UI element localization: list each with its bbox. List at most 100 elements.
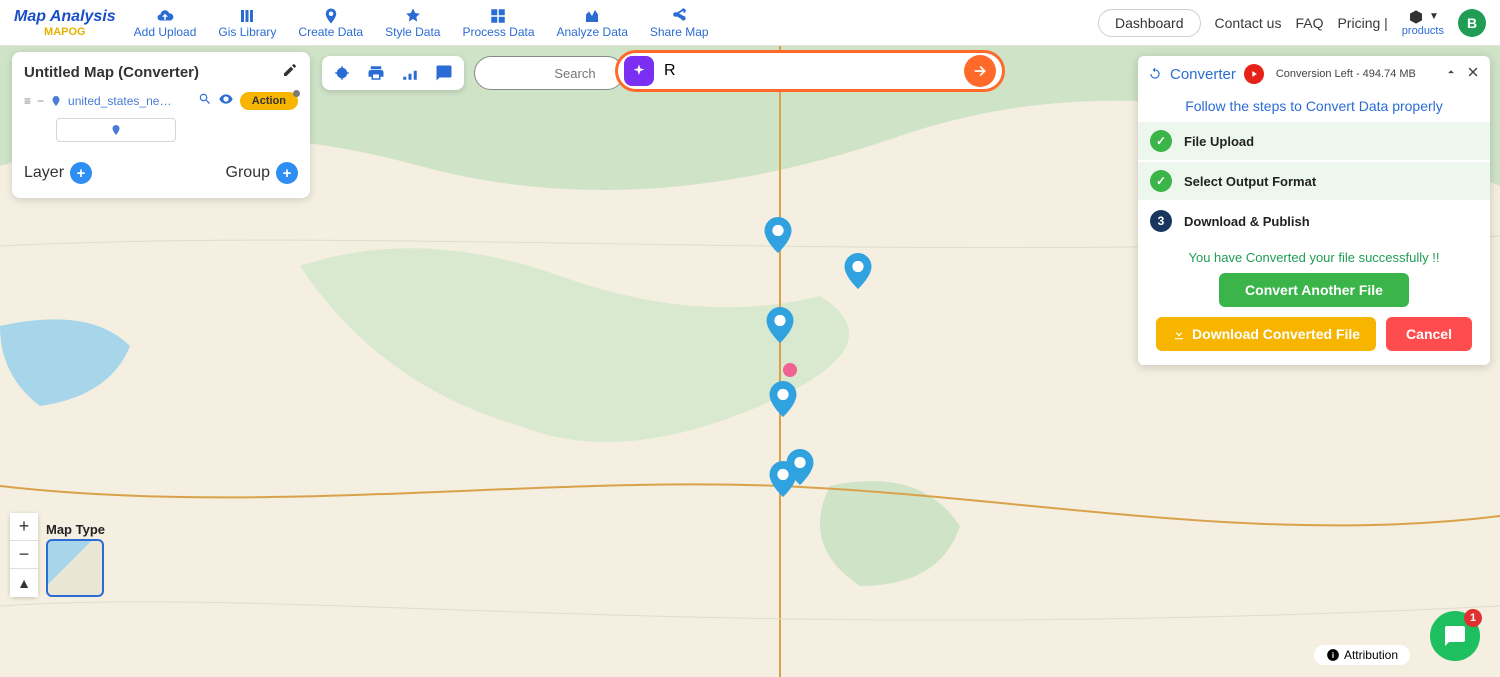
map-pin[interactable] bbox=[766, 307, 794, 348]
ai-prompt-bar bbox=[615, 50, 1005, 92]
step-output-format[interactable]: ✓ Select Output Format bbox=[1138, 162, 1490, 200]
step-file-upload[interactable]: ✓ File Upload bbox=[1138, 122, 1490, 160]
layer-row: ≡ − united_states_ne… Action bbox=[24, 91, 298, 110]
step-download-publish[interactable]: 3 Download & Publish bbox=[1138, 202, 1490, 240]
conversion-credit: Conversion Left - 494.74 MB bbox=[1276, 68, 1416, 80]
success-message: You have Converted your file successfull… bbox=[1138, 242, 1490, 273]
attribution-button[interactable]: i Attribution bbox=[1314, 645, 1410, 665]
chat-icon bbox=[1443, 624, 1467, 648]
brand-title: Map Analysis bbox=[14, 8, 116, 26]
map-pin[interactable] bbox=[844, 253, 872, 294]
converter-header: Converter Conversion Left - 494.74 MB bbox=[1138, 56, 1490, 92]
nav-label: Share Map bbox=[650, 25, 709, 39]
converter-panel: Converter Conversion Left - 494.74 MB Fo… bbox=[1138, 56, 1490, 365]
upload-cloud-icon bbox=[155, 7, 175, 25]
ai-prompt-input[interactable] bbox=[664, 62, 954, 80]
check-icon: ✓ bbox=[1150, 130, 1172, 152]
convert-another-button[interactable]: Convert Another File bbox=[1219, 273, 1409, 307]
layers-panel: Untitled Map (Converter) ≡ − united_stat… bbox=[12, 52, 310, 198]
zoom-in-button[interactable]: + bbox=[10, 513, 38, 541]
ai-spark-icon[interactable] bbox=[624, 56, 654, 86]
converter-steps-heading: Follow the steps to Convert Data properl… bbox=[1138, 92, 1490, 120]
avatar[interactable]: B bbox=[1458, 9, 1486, 37]
tool-group bbox=[322, 56, 464, 90]
layer-section-label: Layer bbox=[24, 164, 64, 182]
map-type-label: Map Type bbox=[46, 522, 105, 537]
ai-submit-button[interactable] bbox=[964, 55, 996, 87]
youtube-help-icon[interactable] bbox=[1244, 64, 1264, 84]
nav-analyze-data[interactable]: Analyze Data bbox=[557, 7, 628, 39]
measure-icon[interactable] bbox=[400, 63, 420, 83]
nav-label: Analyze Data bbox=[557, 25, 628, 39]
products-label: products bbox=[1402, 25, 1444, 37]
collapse-icon[interactable] bbox=[1444, 65, 1458, 84]
nav-label: Create Data bbox=[298, 25, 363, 39]
map-pin[interactable] bbox=[769, 381, 797, 422]
step-label: Download & Publish bbox=[1184, 214, 1310, 229]
map-type-switcher: Map Type bbox=[46, 522, 105, 597]
nav-bar: Add Upload Gis Library Create Data Style… bbox=[134, 7, 709, 39]
cube-icon bbox=[1407, 9, 1425, 25]
toolbar bbox=[322, 56, 624, 90]
products-dropdown[interactable]: ▼ products bbox=[1402, 9, 1444, 37]
north-arrow-button[interactable]: ▲ bbox=[10, 569, 38, 597]
nav-gis-library[interactable]: Gis Library bbox=[218, 7, 276, 39]
map-pin[interactable] bbox=[769, 461, 797, 502]
chat-badge-count: 1 bbox=[1464, 609, 1482, 627]
layer-name[interactable]: united_states_ne… bbox=[68, 94, 192, 108]
drag-handle-icon[interactable]: ≡ bbox=[24, 94, 31, 108]
brand-logo[interactable]: Map Analysis MAPOG bbox=[14, 8, 116, 38]
edit-title-icon[interactable] bbox=[282, 62, 298, 83]
step-number-badge: 3 bbox=[1150, 210, 1172, 232]
brand-subtitle: MAPOG bbox=[44, 26, 86, 38]
zoom-control: + − ▲ bbox=[10, 513, 38, 597]
step-label: Select Output Format bbox=[1184, 174, 1316, 189]
check-icon: ✓ bbox=[1150, 170, 1172, 192]
download-label: Download Converted File bbox=[1192, 326, 1360, 342]
nav-label: Process Data bbox=[462, 25, 534, 39]
share-icon bbox=[669, 7, 689, 25]
chat-button[interactable]: 1 bbox=[1430, 611, 1480, 661]
map-type-thumbnail[interactable] bbox=[46, 539, 104, 597]
nav-add-upload[interactable]: Add Upload bbox=[134, 7, 197, 39]
add-group-button[interactable]: + bbox=[276, 162, 298, 184]
print-icon[interactable] bbox=[366, 63, 386, 83]
nav-style-data[interactable]: Style Data bbox=[385, 7, 440, 39]
main-header: Map Analysis MAPOG Add Upload Gis Librar… bbox=[0, 0, 1500, 46]
group-section-label: Group bbox=[226, 164, 270, 182]
converter-title: Converter bbox=[1170, 66, 1236, 83]
pin-icon bbox=[321, 7, 341, 25]
map-pin[interactable] bbox=[764, 217, 792, 258]
library-icon bbox=[237, 7, 257, 25]
search-box[interactable] bbox=[474, 56, 624, 90]
pin-icon bbox=[110, 124, 122, 136]
nav-label: Add Upload bbox=[134, 25, 197, 39]
visibility-toggle-icon[interactable] bbox=[218, 91, 234, 110]
zoom-to-layer-icon[interactable] bbox=[198, 92, 212, 109]
minus-icon[interactable]: − bbox=[37, 94, 44, 108]
nav-process-data[interactable]: Process Data bbox=[462, 7, 534, 39]
svg-text:i: i bbox=[1332, 651, 1334, 660]
faq-link[interactable]: FAQ bbox=[1295, 15, 1323, 31]
comment-icon[interactable] bbox=[434, 63, 454, 83]
current-location-dot bbox=[783, 363, 797, 377]
caret-down-icon: ▼ bbox=[1429, 11, 1439, 22]
nav-share-map[interactable]: Share Map bbox=[650, 7, 709, 39]
nav-create-data[interactable]: Create Data bbox=[298, 7, 363, 39]
refresh-icon[interactable] bbox=[1148, 67, 1162, 81]
layer-style-preview[interactable] bbox=[56, 118, 176, 142]
add-layer-button[interactable]: + bbox=[70, 162, 92, 184]
dashboard-button[interactable]: Dashboard bbox=[1098, 9, 1201, 37]
pricing-link[interactable]: Pricing | bbox=[1337, 15, 1387, 31]
download-converted-button[interactable]: Download Converted File bbox=[1156, 317, 1376, 351]
layer-type-pin-icon bbox=[50, 95, 62, 107]
layer-action-button[interactable]: Action bbox=[240, 92, 298, 110]
zoom-out-button[interactable]: − bbox=[10, 541, 38, 569]
nav-label: Gis Library bbox=[218, 25, 276, 39]
close-icon[interactable] bbox=[1466, 65, 1480, 84]
contact-link[interactable]: Contact us bbox=[1215, 15, 1282, 31]
download-icon bbox=[1172, 327, 1186, 341]
locate-icon[interactable] bbox=[332, 63, 352, 83]
process-icon bbox=[488, 7, 508, 25]
cancel-button[interactable]: Cancel bbox=[1386, 317, 1472, 351]
